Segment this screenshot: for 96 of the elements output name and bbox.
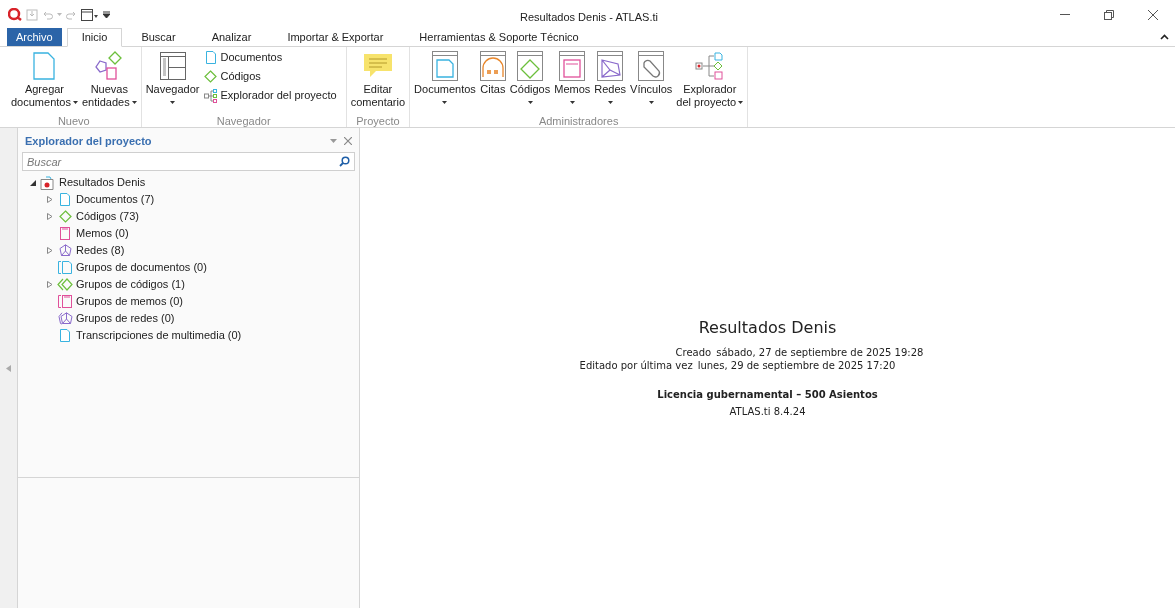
search-field[interactable]: Buscar	[22, 152, 355, 171]
ribbon-tab[interactable]: Importar & Exportar	[278, 28, 393, 46]
search-icon[interactable]	[339, 156, 350, 167]
entities-icon	[95, 51, 124, 81]
memos-manager-icon	[559, 51, 586, 81]
project-tree-icon	[204, 88, 218, 103]
caret-icon	[72, 101, 78, 104]
tree-item[interactable]: Grupos de redes (0)	[76, 310, 175, 327]
tree-item[interactable]: Transcripciones de multimedia (0)	[76, 327, 242, 344]
group-label: Proyecto	[356, 115, 400, 127]
project-tree-icon	[694, 52, 725, 80]
network-icon	[58, 244, 72, 257]
tree-item[interactable]: Resultados Denis	[59, 174, 146, 191]
ribbon-button[interactable]: Nuevas entidades	[80, 47, 138, 113]
memo-icon	[60, 227, 70, 240]
ribbon-tab[interactable]: Buscar	[132, 28, 185, 46]
ribbon-button[interactable]: Documentos	[204, 50, 337, 65]
date-value: sábado, 27 de septiembre de 2025 19:28	[716, 346, 924, 359]
tree-item[interactable]: Códigos (73)	[76, 208, 139, 225]
ribbon-button[interactable]: Códigos	[508, 47, 552, 113]
collapsed-arrow-icon[interactable]	[47, 213, 53, 220]
collapsed-arrow-icon[interactable]	[47, 196, 53, 203]
network-group-icon	[57, 312, 73, 325]
diamond-icon	[204, 70, 218, 83]
panel-menu-icon[interactable]	[330, 139, 337, 143]
tree-item[interactable]: Memos (0)	[76, 225, 129, 242]
project-icon	[40, 175, 56, 190]
collapsed-arrow-icon[interactable]	[47, 281, 53, 288]
caret-icon	[569, 101, 575, 104]
collapse-ribbon-icon[interactable]	[1160, 34, 1169, 40]
version-text: ATLAS.ti 8.4.24	[729, 405, 806, 419]
transcript-icon	[60, 329, 70, 342]
restore-icon[interactable]	[1104, 9, 1114, 20]
caret-icon	[607, 101, 613, 104]
group-label: Navegador	[216, 115, 271, 127]
tree-item[interactable]: Grupos de documentos (0)	[76, 259, 207, 276]
tree-item[interactable]: Redes (8)	[76, 242, 125, 259]
license-text: Licencia gubernamental – 500 Asientos	[657, 388, 878, 402]
document-manager-icon	[431, 51, 458, 81]
close-icon[interactable]	[344, 137, 352, 145]
panel-title: Explorador del proyecto	[25, 133, 152, 149]
group-label: Administradores	[538, 115, 619, 127]
caret-icon	[442, 101, 448, 104]
comment-icon	[363, 54, 392, 78]
expanded-arrow-icon[interactable]	[30, 179, 36, 186]
undo-icon[interactable]	[42, 9, 53, 20]
tree-item[interactable]: Documentos (7)	[76, 191, 155, 208]
caret-icon	[738, 101, 744, 104]
caret-icon	[131, 101, 137, 104]
expand-arrow-icon[interactable]	[6, 364, 11, 372]
ribbon-tab[interactable]: Inicio	[66, 28, 123, 47]
memo-group-icon	[58, 295, 72, 308]
collapsed-arrow-icon[interactable]	[47, 247, 53, 254]
group-label: Nuevo	[57, 115, 90, 127]
caret-icon	[170, 101, 176, 104]
tree-item[interactable]: Grupos de memos (0)	[76, 293, 183, 310]
date-label: Editado por última vez	[579, 359, 693, 372]
app-logo-icon[interactable]	[8, 8, 22, 21]
code-group-icon	[57, 278, 73, 291]
ribbon-button[interactable]: Documentos	[413, 47, 477, 113]
ribbon-button[interactable]: Citas	[478, 47, 507, 113]
quotes-manager-icon	[479, 51, 506, 81]
customize-toolbar-icon[interactable]	[103, 11, 110, 18]
document-group-icon	[58, 261, 72, 274]
save-icon[interactable]	[26, 8, 38, 21]
ribbon-tab[interactable]: Herramientas & Soporte Técnico	[410, 28, 588, 46]
document-icon	[33, 52, 56, 80]
ribbon-button[interactable]: Memos	[553, 47, 592, 113]
codes-manager-icon	[517, 51, 544, 81]
window-layout-icon[interactable]	[81, 8, 99, 21]
redo-icon[interactable]	[66, 9, 77, 20]
ribbon-button[interactable]: Explorador del proyecto	[675, 47, 745, 113]
ribbon-tab[interactable]: Archivo	[7, 28, 62, 46]
links-manager-icon	[638, 51, 665, 81]
ribbon-button[interactable]: Agregar documentos	[10, 47, 79, 113]
tree-item[interactable]: Grupos de códigos (1)	[76, 276, 185, 293]
window-title: Resultados Denis - ATLAS.ti	[520, 10, 658, 25]
ribbon-button[interactable]: Vínculos	[629, 47, 674, 113]
document-icon	[60, 193, 70, 206]
document-icon	[206, 51, 216, 64]
ribbon-button[interactable]: Códigos	[204, 69, 337, 84]
close-icon[interactable]	[1148, 9, 1158, 20]
ribbon-button[interactable]: Navegador	[144, 47, 201, 113]
caret-icon	[648, 101, 654, 104]
networks-manager-icon	[597, 51, 624, 81]
ribbon-button[interactable]: Editar comentario	[349, 47, 407, 113]
project-title: Resultados Denis	[698, 317, 837, 339]
ribbon-button[interactable]: Redes	[593, 47, 628, 113]
navigator-icon	[159, 52, 186, 80]
date-label: Creado	[675, 346, 712, 359]
diamond-icon	[58, 210, 72, 223]
ribbon-tab[interactable]: Analizar	[202, 28, 261, 46]
date-value: lunes, 29 de septiembre de 2025 17:20	[697, 359, 896, 372]
caret-icon	[527, 101, 533, 104]
caret-icon[interactable]	[57, 12, 62, 17]
ribbon-button[interactable]: Explorador del proyecto	[204, 88, 337, 103]
